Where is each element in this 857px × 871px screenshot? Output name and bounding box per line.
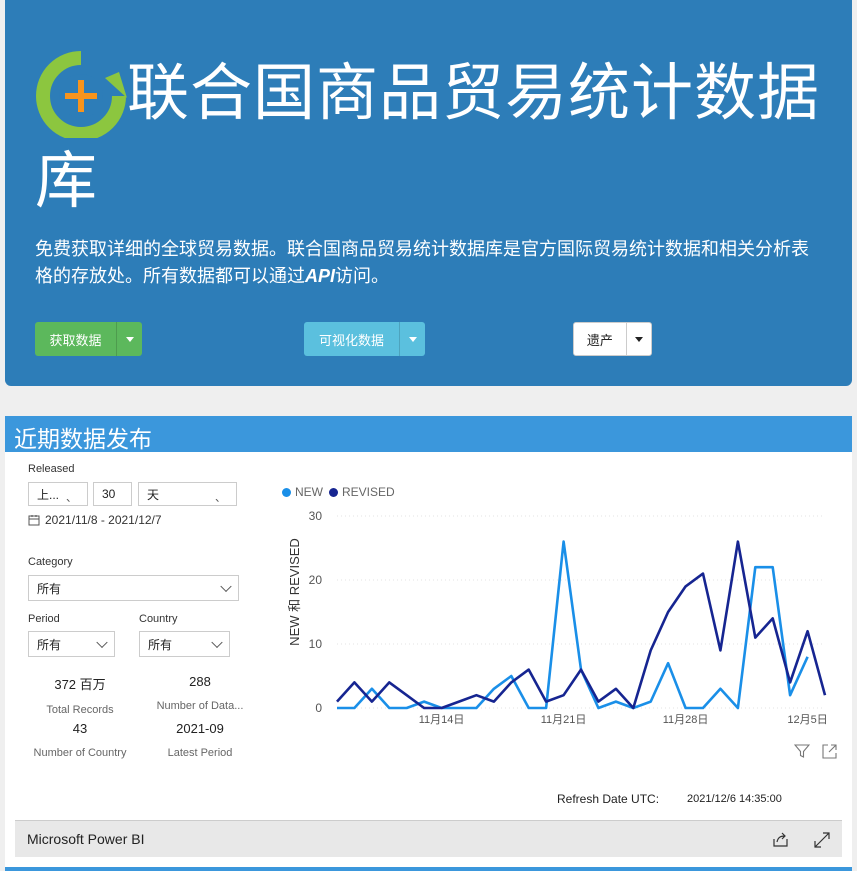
caret-down-icon — [408, 336, 417, 342]
released-count-input[interactable]: 30 — [93, 482, 132, 506]
kpi-label: Number of Data... — [156, 700, 244, 712]
page-title: 联合国商品贸易统计数据库 — [35, 59, 821, 216]
dropdown-tick-icon: 、 — [215, 492, 226, 504]
x-tick-label: 11月28日 — [663, 714, 709, 726]
visualize-data-dropdown-toggle[interactable] — [399, 322, 425, 356]
category-value: 所有 — [37, 581, 62, 596]
released-mode-select[interactable]: 上... 、 — [28, 482, 88, 506]
y-tick-label: 20 — [309, 573, 323, 587]
kpi-value: 43 — [72, 721, 88, 736]
x-tick-label: 11月14日 — [419, 714, 465, 726]
period-value: 所有 — [37, 637, 62, 652]
chevron-down-icon — [220, 580, 232, 593]
get-data-button-group[interactable]: 获取数据 — [35, 322, 142, 356]
country-label: Country — [139, 613, 178, 625]
share-icon[interactable] — [772, 832, 790, 848]
hero-desc-text: 免费获取详细的全球贸易数据。联合国商品贸易统计数据库是官方国际贸易统计数据和相关… — [35, 239, 809, 286]
caret-down-icon — [125, 336, 134, 342]
kpi-total-records: 372 百万 Total Records — [25, 674, 135, 716]
fullscreen-icon[interactable] — [814, 832, 830, 848]
y-tick-label: 30 — [309, 509, 323, 523]
bottom-accent-bar — [5, 867, 852, 871]
date-range-text: 2021/11/8 - 2021/12/7 — [45, 513, 162, 527]
section-title: 近期数据发布 — [14, 426, 152, 452]
released-unit-select[interactable]: 天、 — [138, 482, 237, 506]
kpi-value: 372 百万 — [54, 677, 106, 692]
date-range[interactable]: 2021/11/8 - 2021/12/7 — [28, 513, 162, 527]
legacy-button[interactable]: 遗产 — [574, 323, 626, 355]
legacy-button-group[interactable]: 遗产 — [573, 322, 652, 356]
released-label: Released — [28, 463, 75, 475]
filter-icon[interactable] — [794, 743, 810, 759]
y-tick-label: 0 — [315, 701, 322, 715]
series-line-revised — [336, 540, 827, 710]
released-unit-value: 天 — [147, 487, 160, 502]
category-select[interactable]: 所有 — [28, 575, 239, 601]
kpi-latest-period: 2021-09 Latest Period — [147, 721, 253, 759]
hero-banner: 联合国商品贸易统计数据库 免费获取详细的全球贸易数据。联合国商品贸易统计数据库是… — [5, 0, 852, 386]
get-data-button[interactable]: 获取数据 — [35, 322, 116, 356]
refresh-label: Refresh Date UTC: — [557, 792, 660, 806]
kpi-label: Total Records — [46, 704, 114, 716]
chevron-down-icon — [211, 636, 223, 649]
visualize-data-button-group[interactable]: 可视化数据 — [304, 322, 425, 356]
released-count-value: 30 — [102, 487, 116, 501]
hero-description: 免费获取详细的全球贸易数据。联合国商品贸易统计数据库是官方国际贸易统计数据和相关… — [35, 236, 825, 290]
powerbi-link[interactable]: Microsoft Power BI — [27, 831, 144, 847]
y-tick-label: 10 — [309, 637, 323, 651]
kpi-value: 2021-09 — [176, 721, 224, 736]
legend-revised-swatch — [329, 487, 338, 497]
kpi-number-of-data: 288 Number of Data... — [147, 674, 253, 712]
country-select[interactable]: 所有 — [139, 631, 230, 657]
dropdown-tick-icon: 、 — [66, 492, 77, 504]
x-tick-label: 12月5日 — [787, 714, 827, 726]
calendar-icon — [28, 515, 40, 526]
chart-legend: NEW REVISED — [282, 485, 395, 499]
kpi-number-of-country: 43 Number of Country — [25, 721, 135, 759]
powerbi-footer: Microsoft Power BI — [15, 820, 842, 857]
api-highlight: API — [305, 266, 336, 286]
period-select[interactable]: 所有 — [28, 631, 115, 657]
kpi-label: Latest Period — [167, 747, 233, 759]
section-header: 近期数据发布 — [5, 416, 852, 452]
period-label: Period — [28, 613, 60, 625]
kpi-label: Number of Country — [33, 747, 127, 759]
refresh-date: 2021/12/6 14:35:00 — [687, 793, 782, 805]
line-chart: 0 10 20 30 11月14日 11月21日 11月28日 12月5日 NEW 和 REVI… — [287, 509, 828, 726]
x-tick-label: 11月21日 — [541, 714, 587, 726]
focus-mode-icon[interactable] — [822, 744, 837, 759]
chevron-down-icon — [96, 636, 108, 649]
country-value: 所有 — [148, 637, 173, 652]
released-mode-value: 上... — [37, 487, 60, 502]
legend-new-swatch — [282, 487, 291, 497]
hero-desc-text-end: 访问。 — [335, 266, 390, 286]
legacy-dropdown-toggle[interactable] — [625, 323, 651, 355]
caret-down-icon — [634, 336, 643, 342]
get-data-dropdown-toggle[interactable] — [116, 322, 142, 356]
y-axis-label: NEW 和 REVISED — [287, 538, 302, 646]
visualize-data-button[interactable]: 可视化数据 — [304, 322, 399, 356]
kpi-value: 288 — [189, 674, 211, 689]
category-label: Category — [28, 556, 73, 568]
legend-revised-label: REVISED — [342, 485, 395, 499]
legend-new-label: NEW — [295, 485, 323, 499]
powerbi-report: Released 上...、 30 天、 2021/11/8 - 2021/12… — [5, 452, 852, 871]
